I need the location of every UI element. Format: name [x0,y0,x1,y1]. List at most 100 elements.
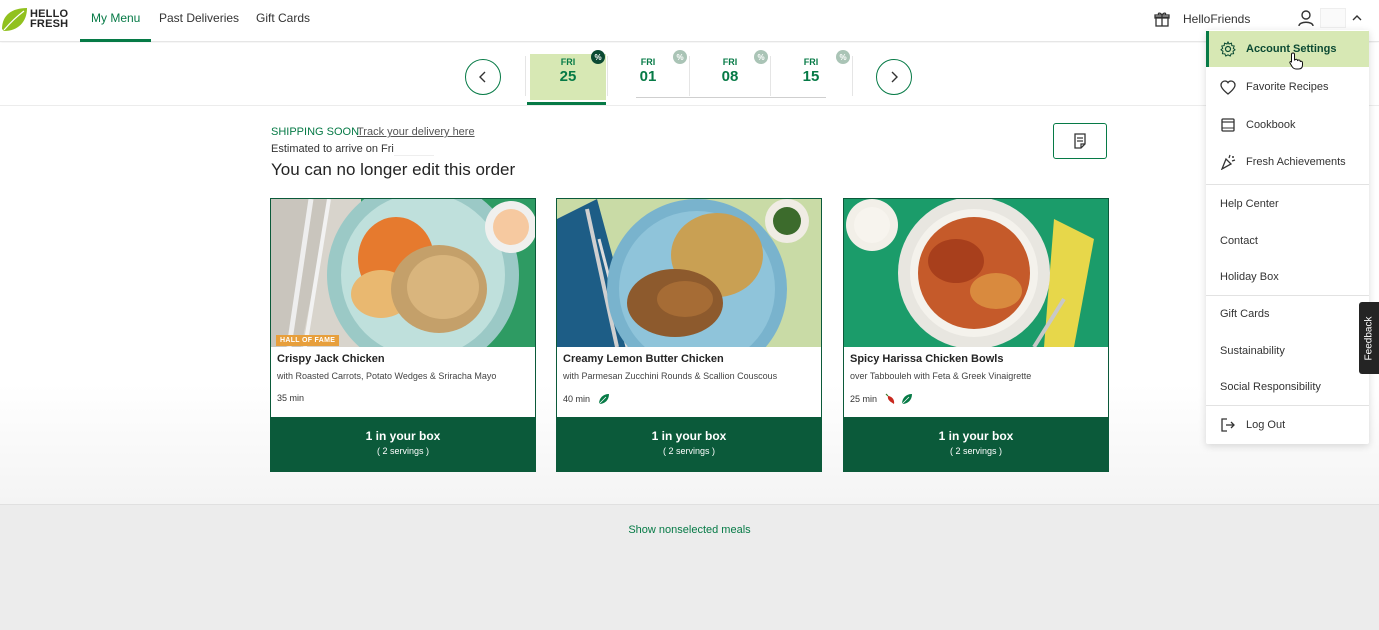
meal-image[interactable] [844,199,1108,347]
menu-item-label: Holiday Box [1220,271,1279,283]
feedback-tab[interactable]: Feedback [1359,302,1379,374]
meal-card[interactable]: HALL OF FAME Crispy Jack Chicken with Ro… [270,198,536,472]
track-delivery-link[interactable]: Track your delivery here [357,126,475,138]
arrival-estimate: Estimated to arrive on Fri [271,143,394,155]
meal-subtitle: with Roasted Carrots, Potato Wedges & Sr… [277,371,497,381]
meal-card[interactable]: Spicy Harissa Chicken Bowls over Tabboul… [843,198,1109,472]
discount-badge: % [836,50,850,64]
menu-item-cookbook[interactable]: Cookbook [1206,107,1369,143]
top-header: HELLO FRESH My Menu Past Deliveries Gift… [0,0,1379,42]
menu-item-sustainability[interactable]: Sustainability [1206,333,1369,369]
menu-item-gift-cards[interactable]: Gift Cards [1206,296,1369,332]
meal-image[interactable] [557,199,821,347]
menu-item-label: Fresh Achievements [1246,156,1346,168]
show-nonselected-meals-link[interactable]: Show nonselected meals [0,524,1379,536]
servings-count: ( 2 servings ) [949,446,1002,456]
menu-item-label: Sustainability [1220,345,1285,357]
menu-item-holiday-box[interactable]: Holiday Box [1206,259,1369,295]
previous-week-button[interactable] [465,59,501,95]
menu-item-label: Log Out [1246,419,1286,431]
feedback-label: Feedback [1363,316,1375,360]
meal-subtitle: with Parmesan Zucchini Rounds & Scallion… [563,371,778,381]
arrival-date-field [394,142,434,156]
meal-image[interactable] [271,199,535,347]
shipping-status: SHIPPING SOON [271,126,360,138]
week-date: 08 [721,68,739,85]
hellofresh-logo[interactable]: HELLO FRESH [0,5,72,35]
hand-cursor-icon [1289,52,1303,70]
menu-item-favorite-recipes[interactable]: Favorite Recipes [1206,69,1369,105]
next-week-button[interactable] [876,59,912,95]
spicy-harissa-chicken-bowls-photo [844,199,1108,347]
menu-item-label: Social Responsibility [1220,381,1321,393]
party-popper-icon [1220,154,1236,170]
account-dropdown-menu: Account Settings Favorite Recipes Cookbo… [1206,30,1369,444]
week-divider [852,56,853,96]
tab-my-menu[interactable]: My Menu [80,0,152,42]
selected-week-indicator [527,102,606,105]
week-date: 15 [802,68,820,85]
week-divider [689,56,690,96]
cook-time: 40 min [563,394,591,404]
leaf-logo-icon [2,8,27,31]
recipe-cards-button[interactable] [1053,123,1107,159]
hall-of-fame-badge: HALL OF FAME [276,335,340,346]
week-divider-line [636,97,826,98]
week-date: 25 [559,68,577,85]
book-icon [1221,118,1235,132]
meal-title: Creamy Lemon Butter Chicken [563,353,724,365]
tab-gift-cards[interactable]: Gift Cards [245,0,321,42]
chevron-right-icon [891,71,898,83]
menu-item-contact[interactable]: Contact [1206,223,1369,259]
leaf-icon [901,394,913,405]
meal-meta: 25 min [850,393,913,405]
menu-item-log-out[interactable]: Log Out [1206,407,1369,443]
user-name-field [1320,8,1346,28]
hellofriends-link[interactable]: HelloFriends [1154,10,1250,28]
menu-item-label: Favorite Recipes [1246,81,1329,93]
logout-icon [1221,418,1235,432]
gear-icon [1220,41,1236,57]
servings-count: ( 2 servings ) [376,446,429,456]
creamy-lemon-butter-chicken-photo [557,199,821,347]
discount-badge: % [591,50,605,64]
order-headline: You can no longer edit this order [271,160,516,179]
meal-subtitle: over Tabbouleh with Feta & Greek Vinaigr… [850,371,1032,381]
hellofriends-label: HelloFriends [1183,12,1251,26]
chili-pepper-icon [885,393,895,404]
menu-item-social-responsibility[interactable]: Social Responsibility [1206,369,1369,405]
meal-title: Crispy Jack Chicken [277,353,385,365]
menu-item-help-center[interactable]: Help Center [1206,186,1369,222]
meal-card[interactable]: Creamy Lemon Butter Chicken with Parmesa… [556,198,822,472]
box-quantity: 1 in your box [651,429,727,443]
crispy-jack-chicken-photo [271,199,535,347]
menu-divider [1206,405,1369,406]
user-menu-toggle[interactable] [1298,8,1362,28]
box-quantity-panel: 1 in your box ( 2 servings ) [557,417,821,471]
week-divider [770,56,771,96]
menu-item-label: Contact [1220,235,1258,247]
menu-divider [1206,184,1369,185]
meal-meta: 40 min [563,393,610,405]
menu-item-account-settings[interactable]: Account Settings [1206,31,1369,67]
box-quantity-panel: 1 in your box ( 2 servings ) [844,417,1108,471]
cook-time: 25 min [850,394,878,404]
heart-icon [1220,79,1236,95]
menu-item-label: Gift Cards [1220,308,1270,320]
discount-badge: % [673,50,687,64]
cook-time: 35 min [277,393,305,403]
servings-count: ( 2 servings ) [662,446,715,456]
menu-item-label: Help Center [1220,198,1279,210]
logo-wordmark: HELLO FRESH [30,8,69,30]
bottom-section [0,504,1379,630]
tab-past-deliveries[interactable]: Past Deliveries [148,0,250,42]
gift-icon [1154,12,1170,27]
week-divider [525,56,526,96]
chevron-left-icon [479,71,486,83]
menu-item-fresh-achievements[interactable]: Fresh Achievements [1206,144,1369,180]
week-divider [607,56,608,96]
box-quantity: 1 in your box [938,429,1014,443]
box-quantity-panel: 1 in your box ( 2 servings ) [271,417,535,471]
user-icon [1298,10,1314,27]
week-date: 01 [639,68,657,85]
